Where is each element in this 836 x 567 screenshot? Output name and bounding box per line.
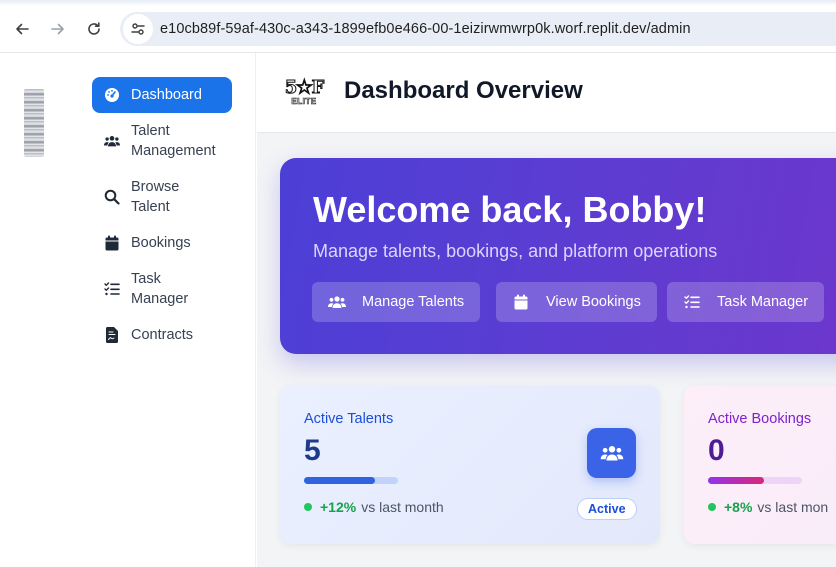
tasks-icon <box>683 294 701 310</box>
back-button[interactable] <box>10 17 34 41</box>
stat-trend: +12% vs last month <box>304 499 444 515</box>
browser-toolbar: e10cb89f-59af-430c-a343-1899efb0e466-00-… <box>0 0 836 53</box>
manage-talents-button[interactable]: Manage Talents <box>312 282 481 322</box>
stat-value: 5 <box>304 434 321 467</box>
sidebar-item-label: Dashboard <box>131 87 202 103</box>
sidebar-item-label: Talent Management <box>131 123 216 159</box>
stat-label: Active Bookings <box>708 411 812 427</box>
brand-logo-mark: 5★F <box>284 76 324 98</box>
gauge-icon <box>104 87 120 103</box>
trend-text: vs last month <box>361 499 444 515</box>
reload-icon <box>88 22 100 35</box>
task-manager-label: Task Manager <box>717 294 809 310</box>
welcome-title: Welcome back, Bobby! <box>313 189 707 230</box>
sidebar-item-contracts[interactable]: Contracts <box>92 325 232 345</box>
stat-progress-bar <box>304 477 398 484</box>
sidebar-item-bookings[interactable]: Bookings <box>92 233 232 253</box>
stat-card-active-bookings[interactable]: Active Bookings 0 +8% vs last mon <box>684 386 836 544</box>
url-text[interactable]: e10cb89f-59af-430c-a343-1899efb0e466-00-… <box>160 21 691 37</box>
sidebar-logo <box>24 89 44 157</box>
trend-dot <box>708 503 716 511</box>
status-badge: Active <box>577 498 637 520</box>
welcome-banner: Welcome back, Bobby! Manage talents, boo… <box>280 158 836 354</box>
view-bookings-label: View Bookings <box>546 294 641 310</box>
page-title: Dashboard Overview <box>344 77 583 104</box>
address-bar[interactable]: e10cb89f-59af-430c-a343-1899efb0e466-00-… <box>120 12 836 46</box>
manage-talents-label: Manage Talents <box>362 294 465 310</box>
stat-card-active-talents[interactable]: Active Talents 5 +12% vs last month Acti… <box>280 386 660 544</box>
sidebar-item-task-manager[interactable]: Task Manager <box>92 269 232 309</box>
tab-strip-edge <box>0 0 836 6</box>
users-icon <box>587 428 636 478</box>
users-icon <box>328 294 346 310</box>
task-manager-button[interactable]: Task Manager <box>667 282 825 322</box>
stat-value: 0 <box>708 434 725 467</box>
page-header: 5★F ELITE Dashboard Overview <box>257 53 836 133</box>
reload-button[interactable] <box>82 17 106 41</box>
sidebar-item-label: Bookings <box>131 235 191 251</box>
calendar-icon <box>512 294 530 310</box>
site-settings-icon[interactable] <box>123 14 153 44</box>
forward-button[interactable] <box>46 17 70 41</box>
trend-dot <box>304 503 312 511</box>
stat-trend: +8% vs last mon <box>708 499 828 515</box>
main-content: 5★F ELITE Dashboard Overview Welcome bac… <box>257 53 836 567</box>
sidebar-item-label: Contracts <box>131 327 194 343</box>
view-bookings-button[interactable]: View Bookings <box>496 282 657 322</box>
tasks-icon <box>104 281 120 297</box>
users-icon <box>104 133 120 149</box>
arrow-right-icon <box>51 23 64 35</box>
trend-text: vs last mon <box>757 499 829 515</box>
stat-progress-bar <box>708 477 802 484</box>
sidebar-item-talent-management[interactable]: Talent Management <box>92 121 232 161</box>
trend-percent: +12% <box>320 499 357 515</box>
welcome-subtitle: Manage talents, bookings, and platform o… <box>313 241 718 261</box>
file-contract-icon <box>104 327 120 343</box>
arrow-left-icon <box>16 23 29 35</box>
stat-label: Active Talents <box>304 411 394 427</box>
sidebar-item-label: Browse Talent <box>131 179 180 215</box>
sidebar-item-browse-talent[interactable]: Browse Talent <box>92 177 232 217</box>
sidebar-item-dashboard[interactable]: Dashboard <box>92 77 232 113</box>
calendar-icon <box>104 235 120 251</box>
brand-logo-subtext: ELITE <box>291 96 317 106</box>
stat-progress-fill <box>708 477 765 484</box>
brand-logo: 5★F ELITE <box>284 75 324 109</box>
trend-percent: +8% <box>724 499 753 515</box>
sidebar: Dashboard Talent Management Browse Talen… <box>0 53 256 567</box>
sidebar-nav: Dashboard Talent Management Browse Talen… <box>92 77 232 345</box>
stat-progress-fill <box>304 477 375 484</box>
sidebar-item-label: Task Manager <box>131 271 189 307</box>
search-icon <box>104 189 120 205</box>
